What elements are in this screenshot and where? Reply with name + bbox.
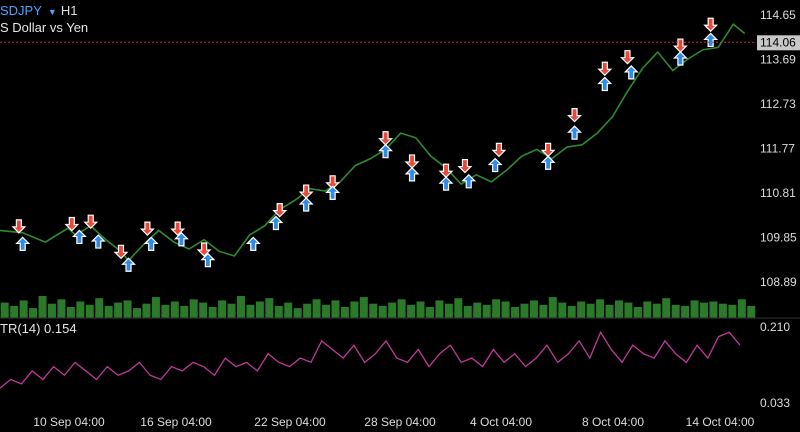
buy-arrow-icon[interactable] bbox=[71, 229, 87, 245]
time-tick-label: 8 Oct 04:00 bbox=[582, 415, 644, 429]
sell-arrow-icon[interactable] bbox=[703, 17, 719, 33]
buy-arrow-icon[interactable] bbox=[245, 236, 261, 251]
price-chart[interactable]: 114.65 113.69 112.73 111.77 110.81 109.85 108.… bbox=[0, 0, 800, 432]
time-axis[interactable]: 10 Sep 04:00 16 Sep 04:00 22 Sep 04:00 28 S… bbox=[33, 415, 754, 429]
price-series bbox=[0, 23, 746, 262]
price-tick-label: 113.69 bbox=[760, 52, 796, 66]
indicator-line bbox=[0, 330, 741, 389]
sell-arrow-icon[interactable] bbox=[11, 219, 27, 234]
current-price-tag: 114.06 bbox=[757, 35, 800, 51]
price-tick-label: 110.81 bbox=[760, 186, 796, 200]
indicator-series bbox=[0, 330, 741, 389]
buy-arrow-icon[interactable] bbox=[597, 76, 613, 92]
indicator-axis-top: 0.210 bbox=[760, 320, 790, 334]
sell-arrow-icon[interactable] bbox=[567, 108, 583, 123]
sell-arrow-icon[interactable] bbox=[83, 214, 99, 230]
indicator-axis-bottom: 0.033 bbox=[760, 396, 790, 410]
sell-arrow-icon[interactable] bbox=[298, 184, 314, 199]
buy-arrow-icon[interactable] bbox=[378, 143, 394, 159]
price-tick-label: 112.73 bbox=[760, 97, 796, 111]
time-tick-label: 10 Sep 04:00 bbox=[33, 415, 105, 429]
sell-arrow-icon[interactable] bbox=[438, 163, 454, 179]
time-tick-label: 16 Sep 04:00 bbox=[140, 415, 212, 429]
price-line bbox=[0, 23, 746, 262]
sell-arrow-icon[interactable] bbox=[597, 61, 613, 77]
volume-bars bbox=[0, 296, 756, 318]
price-tick-label: 114.65 bbox=[760, 8, 796, 22]
time-tick-label: 28 Sep 04:00 bbox=[364, 415, 436, 429]
buy-arrow-icon[interactable] bbox=[15, 236, 31, 251]
current-price-value: 114.06 bbox=[760, 35, 796, 49]
sell-arrow-icon[interactable] bbox=[139, 221, 155, 237]
price-tick-label: 111.77 bbox=[760, 141, 795, 155]
sell-arrow-icon[interactable] bbox=[378, 131, 394, 146]
buy-arrow-icon[interactable] bbox=[623, 65, 639, 80]
buy-arrow-icon[interactable] bbox=[567, 125, 583, 140]
sell-arrow-icon[interactable] bbox=[457, 158, 473, 174]
sell-arrow-icon[interactable] bbox=[620, 50, 635, 65]
buy-arrow-icon[interactable] bbox=[438, 176, 454, 191]
buy-arrow-icon[interactable] bbox=[487, 157, 503, 173]
sell-arrow-icon[interactable] bbox=[404, 154, 420, 169]
buy-arrow-icon[interactable] bbox=[404, 167, 420, 182]
time-tick-label: 14 Oct 04:00 bbox=[686, 415, 755, 429]
buy-arrow-icon[interactable] bbox=[143, 236, 159, 251]
price-tick-label: 108.89 bbox=[760, 275, 797, 289]
signal-markers bbox=[11, 17, 719, 272]
sell-arrow-icon[interactable] bbox=[491, 142, 507, 158]
time-tick-label: 4 Oct 04:00 bbox=[470, 415, 532, 429]
time-tick-label: 22 Sep 04:00 bbox=[254, 415, 326, 429]
price-tick-label: 109.85 bbox=[760, 230, 797, 244]
buy-arrow-icon[interactable] bbox=[703, 32, 719, 48]
buy-arrow-icon[interactable] bbox=[121, 257, 136, 272]
buy-arrow-icon[interactable] bbox=[298, 197, 314, 212]
buy-arrow-icon[interactable] bbox=[672, 51, 688, 66]
sell-arrow-icon[interactable] bbox=[672, 38, 688, 53]
